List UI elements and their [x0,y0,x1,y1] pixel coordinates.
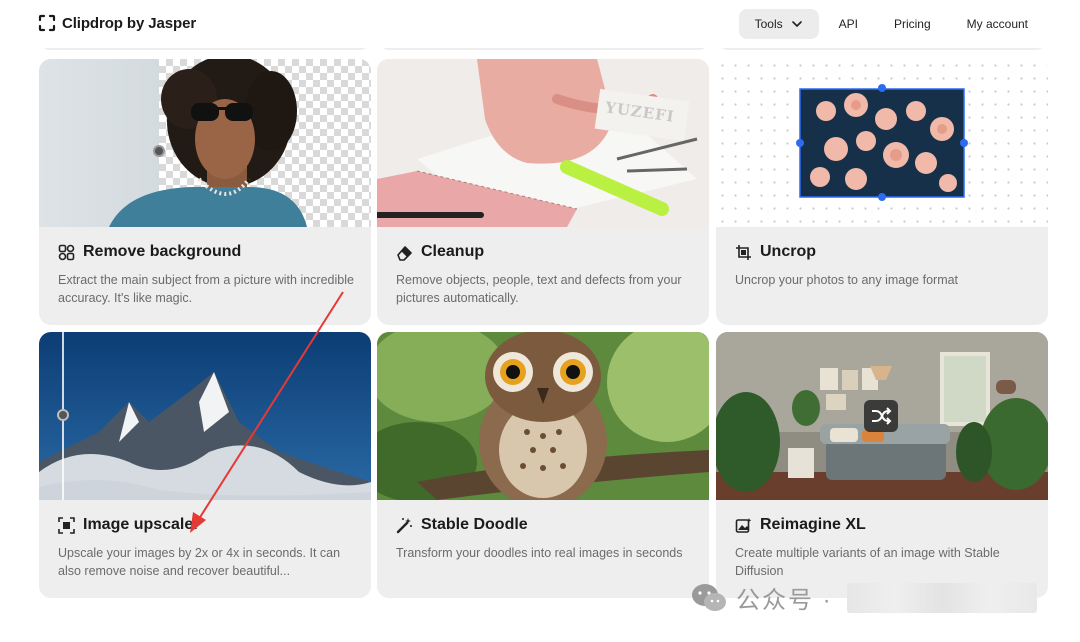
nav-my-account-link[interactable]: My account [951,9,1044,39]
eraser-icon [397,245,412,261]
shuffle-badge[interactable] [864,400,898,432]
reimagine-xl-thumbnail [716,332,1048,500]
clipdrop-logo-icon [38,14,56,32]
card-title-row: Cleanup [396,243,484,261]
comparison-slider-handle[interactable] [153,145,165,157]
main-nav: Tools API Pricing My account [738,9,1044,39]
card-title: Stable Doodle [421,516,528,533]
card-title-row: Uncrop [735,243,816,261]
crop-handle-top[interactable] [878,84,886,92]
mountain-image [39,332,371,500]
tool-card-cleanup[interactable]: YUZEFI Cleanup Remove objects, people, t… [377,59,709,325]
cleanup-thumbnail: YUZEFI [377,59,709,227]
crop-handle-left[interactable] [796,139,804,147]
card-description: Upscale your images by 2x or 4x in secon… [58,546,341,578]
crop-handle-bottom[interactable] [878,193,886,201]
card-description: Create multiple variants of an image wit… [735,546,1000,578]
top-header: Clipdrop by Jasper Tools API Pricing My … [0,0,1080,48]
card-title-row: Remove background [58,243,241,261]
shuffle-icon [872,407,892,425]
tool-card-stable-doodle[interactable]: Stable Doodle Transform your doodles int… [377,332,709,598]
nav-tools-label: Tools [754,17,783,31]
image-variants-icon [735,517,752,533]
brand-name: Clipdrop by Jasper [62,14,197,32]
magic-wand-icon [396,517,412,533]
tool-card-image-upscaler[interactable]: Image upscaler Upscale your images by 2x… [39,332,371,598]
tool-card-reimagine-xl[interactable]: Reimagine XL Create multiple variants of… [716,332,1048,598]
nav-pricing-link[interactable]: Pricing [878,9,947,39]
owl-image [377,332,709,500]
card-title: Remove background [83,243,242,260]
crop-icon [736,244,751,260]
crop-handle-right[interactable] [960,139,968,147]
nav-tools-dropdown[interactable]: Tools [738,9,819,39]
card-title: Uncrop [760,243,816,260]
tool-card-uncrop[interactable]: Uncrop Uncrop your photos to any image f… [716,59,1048,325]
card-title-row: Reimagine XL [735,516,866,534]
card-description: Transform your doodles into real images … [396,546,683,560]
nav-api-link[interactable]: API [823,9,874,39]
portrait-image [109,59,307,227]
card-title: Cleanup [421,243,485,260]
card-description: Extract the main subject from a picture … [58,273,354,305]
card-title: Image upscaler [83,516,200,533]
wechat-logo-icon [692,583,726,611]
stable-doodle-thumbnail [377,332,709,500]
card-title-row: Image upscaler [58,516,200,534]
cleanup-image [377,59,709,227]
upscale-icon [58,516,75,534]
tool-card-remove-background[interactable]: Remove background Extract the main subje… [39,59,371,325]
comparison-slider-handle[interactable] [57,409,69,421]
remove-background-icon [58,244,75,260]
card-description: Remove objects, people, text and defects… [396,273,682,305]
chevron-down-icon [791,21,802,27]
image-upscaler-thumbnail [39,332,371,500]
card-title-row: Stable Doodle [396,516,528,534]
watermark-text: 公众号 · [736,587,833,614]
remove-background-thumbnail [39,59,371,227]
card-title: Reimagine XL [760,516,866,533]
watermark-blurred-account [846,582,1037,613]
watermark: 公众号 · [690,580,1037,615]
brand-logo[interactable]: Clipdrop by Jasper [38,14,196,32]
uncrop-thumbnail [716,59,1048,227]
card-description: Uncrop your photos to any image format [735,273,959,287]
